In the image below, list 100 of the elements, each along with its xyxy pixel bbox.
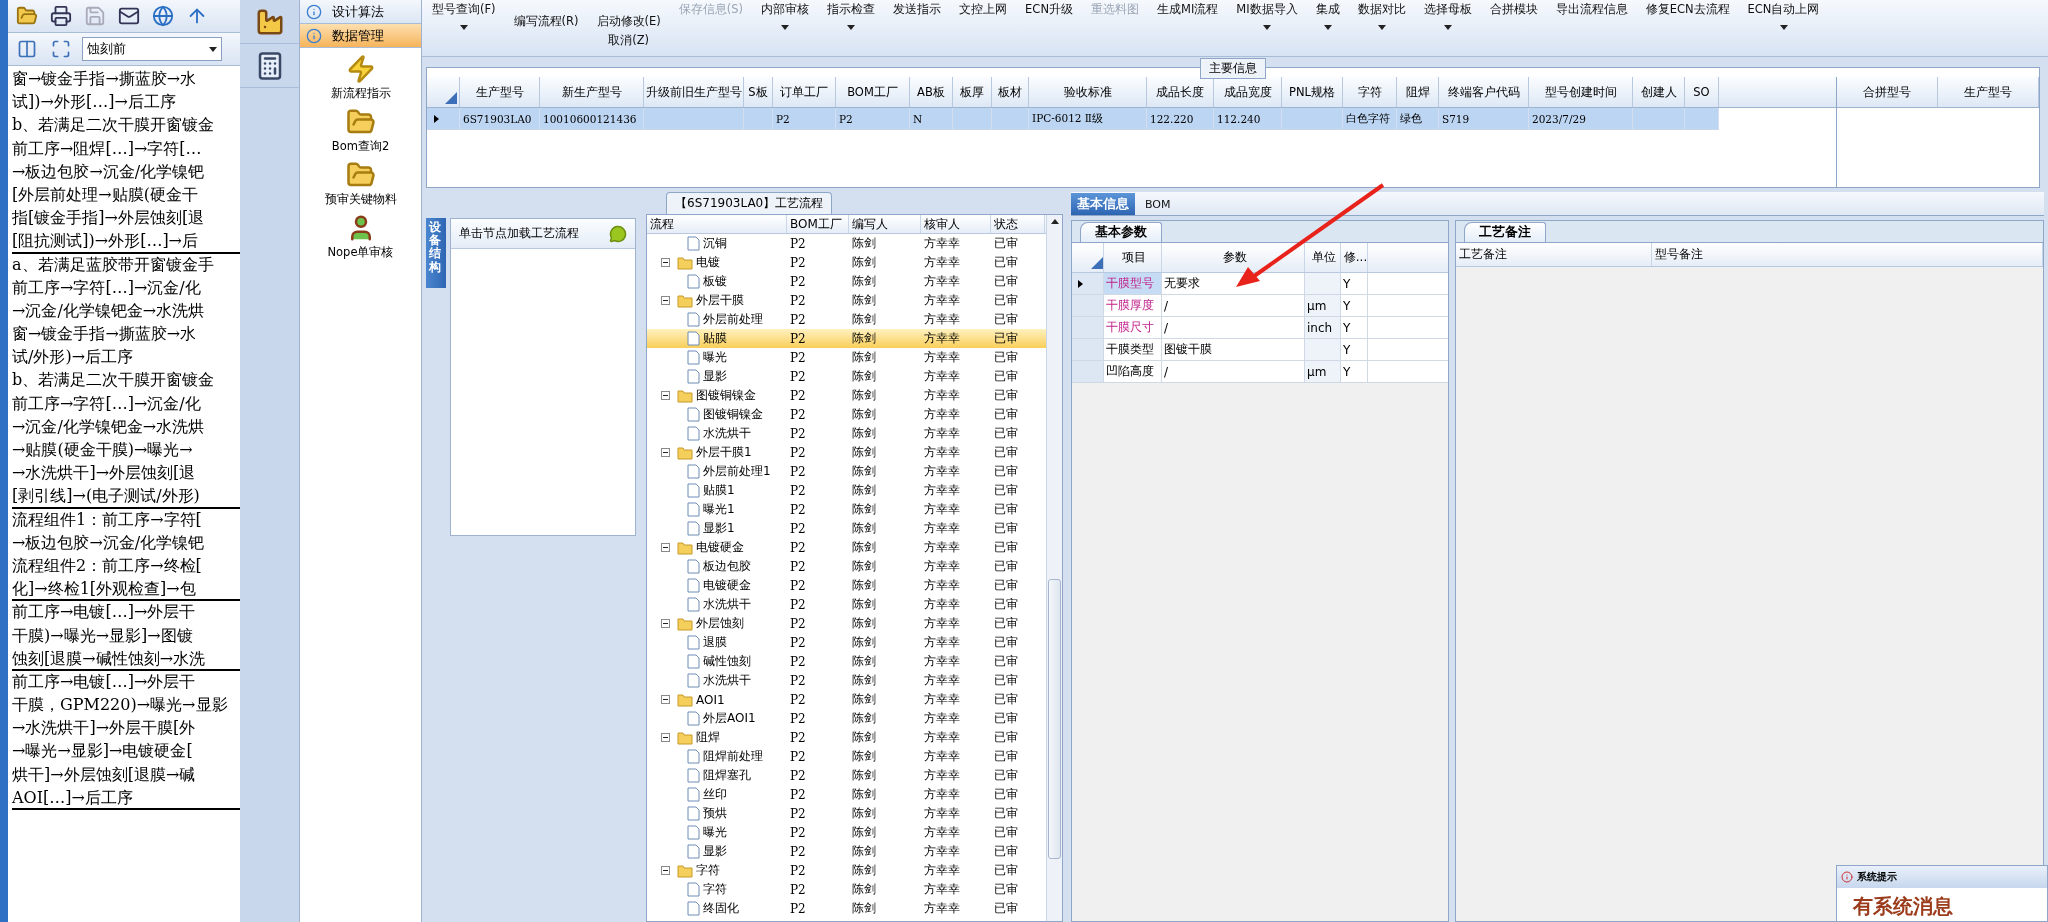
tree-row[interactable]: 显影 P2 陈剑 方幸幸 已审 — [647, 842, 1046, 861]
tab[interactable]: 工艺备注 — [1464, 222, 1546, 242]
toolbar-button[interactable]: ECN自动上网 — [1745, 0, 1822, 56]
tree-row[interactable]: 外层前处理 P2 陈剑 方幸幸 已审 — [647, 310, 1046, 329]
tree-row[interactable]: 曝光1 P2 陈剑 方幸幸 已审 — [647, 500, 1046, 519]
side-tab[interactable]: 设备结构 — [426, 218, 446, 288]
param-row[interactable]: 干膜尺寸 / inch Y — [1072, 317, 1448, 339]
toolbar-button[interactable]: 启动修改(E) — [594, 12, 663, 31]
column-header[interactable]: 升级前旧生产型号 — [644, 77, 744, 107]
column-header[interactable]: BOM工厂 — [787, 215, 849, 233]
param-row[interactable]: 干膜厚度 / μm Y — [1072, 295, 1448, 317]
toolbar-button[interactable]: MI数据导入 — [1234, 0, 1300, 56]
tree-row[interactable]: 字符 P2 陈剑 方幸幸 已审 — [647, 880, 1046, 899]
toolbar-button[interactable]: 选择母板 — [1421, 0, 1474, 56]
param-row[interactable]: 凹陷高度 / μm Y — [1072, 361, 1448, 383]
column-header[interactable]: 单位 — [1305, 243, 1341, 272]
nav-section[interactable]: 设计算法 — [300, 0, 421, 24]
toolbar-button[interactable]: 修复ECN去流程 — [1643, 0, 1732, 56]
nav-section[interactable]: 数据管理 — [300, 24, 421, 48]
tree-row[interactable]: 阻焊前处理 P2 陈剑 方幸幸 已审 — [647, 747, 1046, 766]
tree-row[interactable]: AOI1 P2 陈剑 方幸幸 已审 — [647, 690, 1046, 709]
column-header[interactable]: 终端客户代码 — [1439, 77, 1529, 107]
column-header[interactable]: 型号创建时间 — [1529, 77, 1633, 107]
tree-row[interactable]: 阻焊 P2 陈剑 方幸幸 已审 — [647, 728, 1046, 747]
tree-row[interactable]: 丝印 P2 陈剑 方幸幸 已审 — [647, 785, 1046, 804]
toolbar-button[interactable]: 导出流程信息 — [1553, 0, 1630, 56]
tree-row[interactable]: 显影1 P2 陈剑 方幸幸 已审 — [647, 519, 1046, 538]
toolbar-button[interactable]: 发送指示 — [891, 0, 944, 56]
column-header[interactable]: 成品宽度 — [1214, 77, 1282, 107]
column-header[interactable]: 编写人 — [849, 215, 921, 233]
column-header[interactable]: 生产型号 — [460, 77, 540, 107]
tree-row[interactable]: 水洗烘干 P2 陈剑 方幸幸 已审 — [647, 595, 1046, 614]
tree-row[interactable]: 沉铜 P2 陈剑 方幸幸 已审 — [647, 234, 1046, 253]
tree-row[interactable]: 外层蚀刻 P2 陈剑 方幸幸 已审 — [647, 614, 1046, 633]
tree-row[interactable]: 板镀 P2 陈剑 方幸幸 已审 — [647, 272, 1046, 291]
tree-row[interactable]: 外层前处理1 P2 陈剑 方幸幸 已审 — [647, 462, 1046, 481]
toolbar-button[interactable]: 取消(Z) — [594, 31, 663, 50]
tree-row[interactable]: 终固化 P2 陈剑 方幸幸 已审 — [647, 899, 1046, 918]
tree-row[interactable]: 板边包胶 P2 陈剑 方幸幸 已审 — [647, 557, 1046, 576]
toolbar-button[interactable]: 文控上网 — [957, 0, 1010, 56]
tree-row[interactable]: 退膜 P2 陈剑 方幸幸 已审 — [647, 633, 1046, 652]
tree-row[interactable]: 电镀 P2 陈剑 方幸幸 已审 — [647, 253, 1046, 272]
column-header[interactable]: 项目 — [1104, 243, 1162, 272]
column-header[interactable]: 创建人 — [1633, 77, 1685, 107]
tree-row[interactable]: 外层干膜 P2 陈剑 方幸幸 已审 — [647, 291, 1046, 310]
column-header[interactable]: 成品长度 — [1147, 77, 1214, 107]
toolbar-button[interactable]: 型号查询(F) — [430, 0, 498, 56]
column-header[interactable]: 订单工厂 — [773, 77, 836, 107]
column-header[interactable]: 流程 — [647, 215, 787, 233]
param-row[interactable]: 干膜型号 无要求 Y — [1072, 273, 1448, 295]
toolbar-button[interactable]: 指示检查 — [825, 0, 878, 56]
nav-item[interactable]: 新流程指示 — [330, 86, 391, 101]
toolbar-button[interactable]: 合拼模块 — [1487, 0, 1540, 56]
toolbar-button[interactable]: 数据对比 — [1355, 0, 1408, 56]
tree-row[interactable]: 显影 P2 陈剑 方幸幸 已审 — [647, 367, 1046, 386]
column-header[interactable]: S板 — [744, 77, 773, 107]
tree-row[interactable]: 阻焊塞孔 P2 陈剑 方幸幸 已审 — [647, 766, 1046, 785]
tree-row[interactable]: 图镀铜镍金 P2 陈剑 方幸幸 已审 — [647, 405, 1046, 424]
tree-row[interactable]: 曝光 P2 陈剑 方幸幸 已审 — [647, 823, 1046, 842]
toolbar-button[interactable]: ECN升级 — [1023, 0, 1075, 56]
nav-item[interactable]: Nope单审核 — [327, 245, 394, 260]
tree-row[interactable]: 字符 P2 陈剑 方幸幸 已审 — [647, 861, 1046, 880]
tree-row[interactable]: 贴膜1 P2 陈剑 方幸幸 已审 — [647, 481, 1046, 500]
tree-row[interactable]: 水洗烘干 P2 陈剑 方幸幸 已审 — [647, 671, 1046, 690]
column-header[interactable]: 验收标准 — [1029, 77, 1147, 107]
tree-row[interactable]: 预烘 P2 陈剑 方幸幸 已审 — [647, 804, 1046, 823]
table-row[interactable]: 6S71903LA0 10010600121436 P2 P2 N IPC-6012 Ⅱ级 122.220 112.240 白色字符 绿色 S719 2023/7/29 — [427, 108, 1719, 130]
toolbar-button[interactable]: 集成 — [1313, 0, 1342, 56]
column-header[interactable]: 合拼型号 — [1837, 77, 1938, 107]
tree-row[interactable]: 外层干膜1 P2 陈剑 方幸幸 已审 — [647, 443, 1046, 462]
tree-row[interactable]: 水洗烘干 P2 陈剑 方幸幸 已审 — [647, 424, 1046, 443]
column-header[interactable]: 生产型号 — [1938, 77, 2039, 107]
column-header[interactable]: BOM工厂 — [836, 77, 910, 107]
tree-row[interactable]: 图镀铜镍金 P2 陈剑 方幸幸 已审 — [647, 386, 1046, 405]
column-header[interactable]: 板厚 — [953, 77, 992, 107]
tree-row[interactable]: 曝光 P2 陈剑 方幸幸 已审 — [647, 348, 1046, 367]
tab[interactable]: 基本信息 — [1071, 193, 1135, 215]
column-header[interactable]: 修... — [1341, 243, 1368, 272]
param-row[interactable]: 干膜类型 图镀干膜 Y — [1072, 339, 1448, 361]
toolbar-button[interactable]: 编写流程(R) — [511, 12, 581, 31]
nav-item[interactable]: 预审关键物料 — [324, 192, 397, 207]
toolbar-button[interactable]: 内部审核 — [759, 0, 812, 56]
column-header[interactable]: 工艺备注 — [1456, 243, 1652, 266]
toolbar-button[interactable]: 生成MI流程 — [1155, 0, 1221, 56]
tree-row[interactable]: 电镀硬金 P2 陈剑 方幸幸 已审 — [647, 576, 1046, 595]
tab[interactable]: BOM — [1139, 193, 1177, 215]
tree-row[interactable]: 贴膜 P2 陈剑 方幸幸 已审 — [647, 329, 1046, 348]
column-header[interactable]: 字符 — [1343, 77, 1397, 107]
column-header[interactable]: 板材 — [992, 77, 1029, 107]
tree-row[interactable]: 外层AOI1 P2 陈剑 方幸幸 已审 — [647, 709, 1046, 728]
nav-item[interactable]: Bom查询2 — [331, 139, 390, 154]
tree-row[interactable]: 碱性蚀刻 P2 陈剑 方幸幸 已审 — [647, 652, 1046, 671]
column-header[interactable]: PNL规格 — [1282, 77, 1343, 107]
column-header[interactable]: 新生产型号 — [540, 77, 644, 107]
column-header[interactable]: 状态 — [991, 215, 1045, 233]
column-header[interactable]: 阻焊 — [1397, 77, 1439, 107]
column-header[interactable]: AB板 — [910, 77, 953, 107]
filter-dropdown[interactable]: 蚀刻前 — [82, 37, 222, 61]
tab[interactable]: 基本参数 — [1080, 222, 1162, 242]
column-header[interactable]: 型号备注 — [1652, 243, 2043, 266]
